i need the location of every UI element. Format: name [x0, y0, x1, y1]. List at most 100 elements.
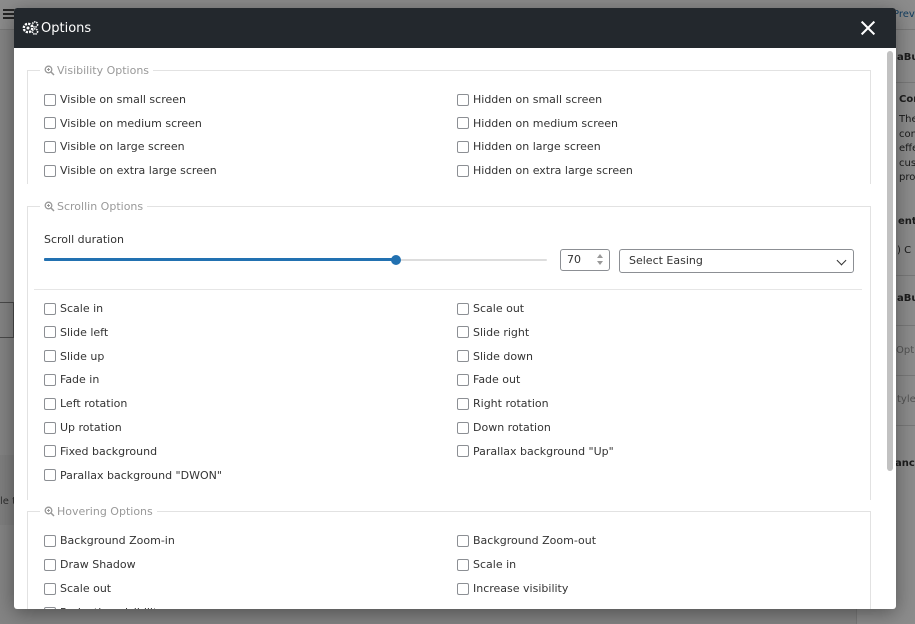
option-label: Hidden on large screen	[473, 140, 601, 154]
scroll-duration-input[interactable]: 70	[560, 249, 610, 271]
checkbox[interactable]	[457, 445, 469, 458]
option-label: Visible on medium screen	[60, 116, 202, 130]
checkbox[interactable]	[44, 606, 56, 609]
checkbox[interactable]	[457, 350, 469, 363]
option-checkbox[interactable]: Scale out	[457, 302, 524, 315]
option-label: Slide up	[60, 349, 105, 363]
option-label: Scale out	[60, 582, 112, 595]
option-checkbox[interactable]: Increase visibility	[457, 582, 568, 595]
option-checkbox[interactable]: Fade out	[457, 373, 520, 386]
checkbox[interactable]	[457, 558, 469, 571]
option-label: Fixed background	[60, 444, 158, 458]
option-checkbox[interactable]: Draw Shadow	[44, 558, 136, 571]
option-checkbox[interactable]: Slide left	[44, 326, 108, 339]
modal-body[interactable]: Visibility Options Visible on small scre…	[14, 48, 896, 609]
option-checkbox[interactable]: Background Zoom-out	[457, 534, 596, 547]
checkbox[interactable]	[44, 469, 56, 482]
modal-header: Options	[14, 8, 896, 48]
option-label: Slide right	[473, 325, 530, 339]
checkbox[interactable]	[457, 302, 469, 315]
checkbox[interactable]	[457, 93, 469, 106]
option-checkbox[interactable]: Scale in	[457, 558, 516, 571]
option-label: Left rotation	[60, 397, 128, 411]
option-label: Reduction visibility	[60, 606, 164, 609]
option-checkbox[interactable]: Reduction visibility	[44, 606, 164, 609]
option-checkbox[interactable]: Slide up	[44, 350, 104, 363]
option-label: Draw Shadow	[60, 558, 136, 571]
option-label: Slide left	[60, 325, 109, 339]
checkbox[interactable]	[457, 421, 469, 434]
checkbox[interactable]	[44, 140, 56, 153]
option-checkbox[interactable]: Down rotation	[457, 421, 551, 434]
spinner-icon[interactable]	[596, 253, 605, 267]
checkbox[interactable]	[44, 558, 56, 571]
option-checkbox[interactable]: Visible on small screen	[44, 93, 186, 106]
option-checkbox[interactable]: Fade in	[44, 373, 99, 386]
checkbox[interactable]	[44, 350, 56, 363]
option-checkbox[interactable]: Hidden on medium screen	[457, 117, 618, 130]
option-checkbox[interactable]: Scale out	[44, 582, 111, 595]
legend-label: Hovering Options	[57, 505, 153, 518]
option-label: Up rotation	[60, 421, 122, 434]
option-checkbox[interactable]: Left rotation	[44, 397, 127, 410]
hovering-options-group: Hovering Options	[27, 505, 871, 609]
option-checkbox[interactable]: Hidden on extra large screen	[457, 164, 633, 177]
option-label: Hidden on small screen	[473, 93, 603, 106]
slider-handle[interactable]	[391, 255, 402, 265]
option-label: Down rotation	[473, 421, 551, 434]
option-label: Background Zoom-out	[473, 534, 597, 547]
checkbox[interactable]	[457, 326, 469, 339]
scroll-duration-slider[interactable]	[44, 253, 547, 267]
checkbox[interactable]	[44, 117, 56, 130]
checkbox[interactable]	[44, 534, 56, 547]
legend-label: Scrollin Options	[57, 200, 144, 213]
option-checkbox[interactable]: Visible on extra large screen	[44, 164, 217, 177]
checkbox[interactable]	[44, 582, 56, 595]
option-label: Fade out	[473, 373, 521, 387]
checkbox[interactable]	[44, 326, 56, 339]
divider	[34, 289, 862, 290]
checkbox[interactable]	[457, 534, 469, 547]
chevron-down-icon	[836, 255, 847, 266]
option-checkbox[interactable]: Parallax background "DWON"	[44, 469, 222, 482]
options-modal: Options Visibility Options Visible on sm…	[14, 8, 896, 609]
option-label: Right rotation	[473, 397, 549, 411]
checkbox[interactable]	[44, 397, 56, 410]
checkbox[interactable]	[44, 164, 56, 177]
option-checkbox[interactable]: Slide right	[457, 326, 529, 339]
scroll-duration-value: 70	[567, 253, 581, 266]
checkbox[interactable]	[44, 302, 56, 315]
checkbox[interactable]	[457, 397, 469, 410]
checkbox[interactable]	[457, 373, 469, 386]
option-checkbox[interactable]: Hidden on large screen	[457, 140, 601, 153]
scrollbar-thumb[interactable]	[887, 51, 893, 471]
option-checkbox[interactable]: Hidden on small screen	[457, 93, 602, 106]
checkbox[interactable]	[44, 445, 56, 458]
option-label: Hidden on extra large screen	[473, 164, 633, 178]
option-checkbox[interactable]: Scale in	[44, 302, 103, 315]
checkbox[interactable]	[44, 93, 56, 106]
modal-title: Options	[41, 20, 92, 36]
legend-label: Visibility Options	[57, 64, 150, 77]
checkbox[interactable]	[44, 421, 56, 434]
gears-icon	[22, 21, 39, 35]
option-label: Background Zoom-in	[60, 534, 175, 547]
option-label: Scale in	[60, 302, 104, 315]
checkbox[interactable]	[457, 140, 469, 153]
checkbox[interactable]	[44, 373, 56, 386]
option-label: Increase visibility	[473, 582, 569, 595]
checkbox[interactable]	[457, 164, 469, 177]
option-checkbox[interactable]: Visible on large screen	[44, 140, 185, 153]
close-icon[interactable]	[860, 20, 876, 36]
checkbox[interactable]	[457, 117, 469, 130]
option-label: Parallax background "DWON"	[60, 468, 222, 482]
option-checkbox[interactable]: Up rotation	[44, 421, 122, 434]
option-checkbox[interactable]: Parallax background "Up"	[457, 445, 614, 458]
option-checkbox[interactable]: Background Zoom-in	[44, 534, 175, 547]
option-checkbox[interactable]: Right rotation	[457, 397, 549, 410]
easing-select[interactable]: Select Easing	[619, 249, 854, 273]
checkbox[interactable]	[457, 582, 469, 595]
option-checkbox[interactable]: Fixed background	[44, 445, 157, 458]
option-checkbox[interactable]: Slide down	[457, 350, 533, 363]
option-checkbox[interactable]: Visible on medium screen	[44, 117, 202, 130]
